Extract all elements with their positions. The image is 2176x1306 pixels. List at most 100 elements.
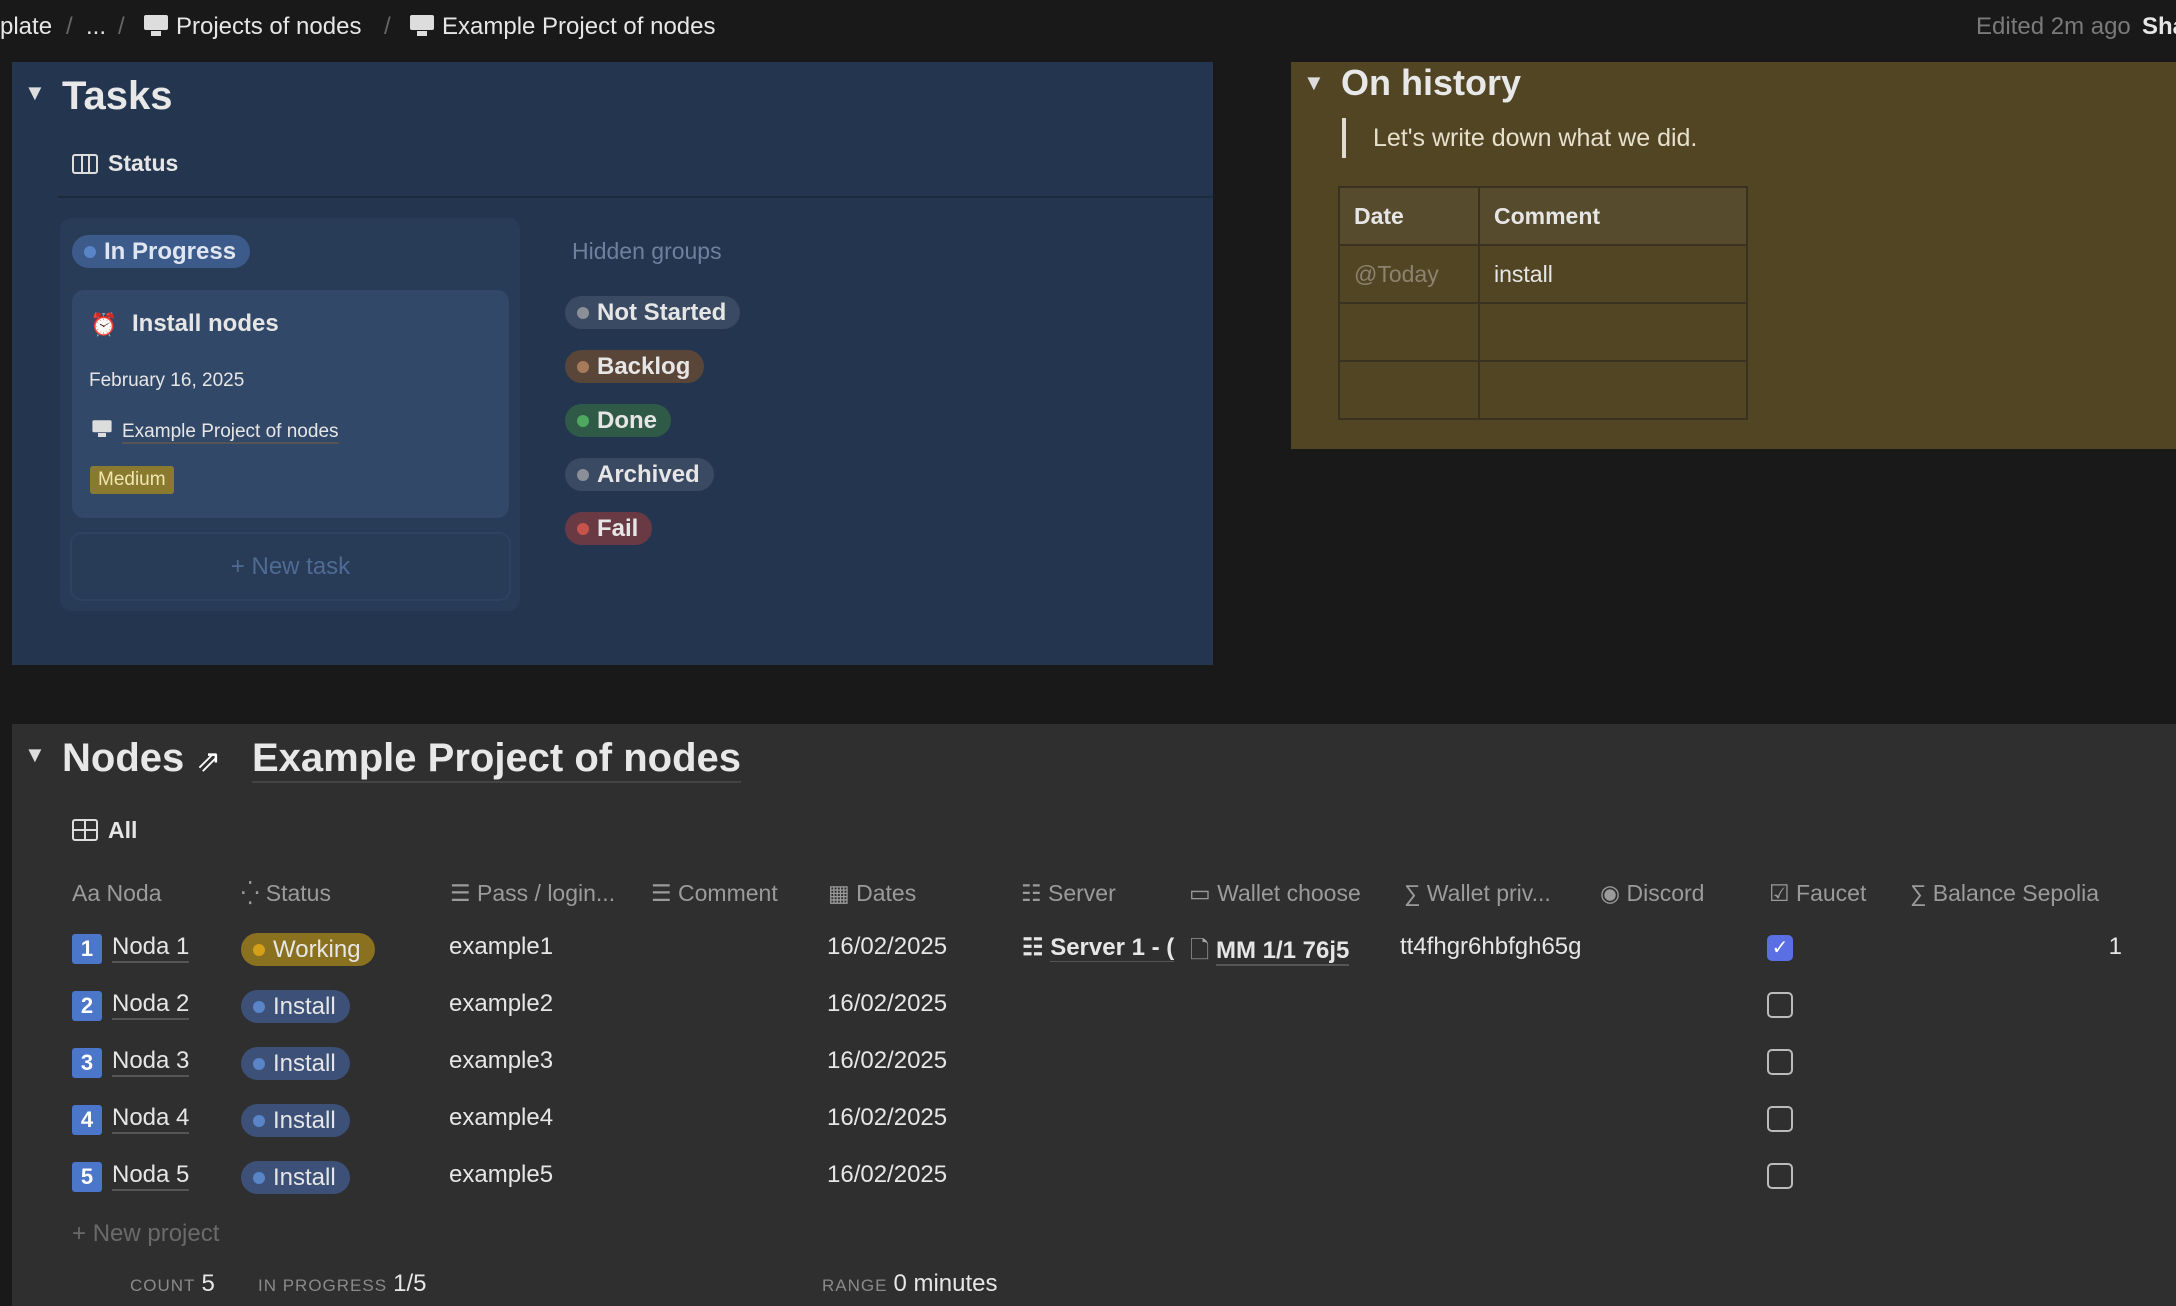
noda-name[interactable]: Noda 4 [112, 1104, 190, 1134]
task-date: February 16, 2025 [89, 370, 245, 391]
new-task-button[interactable]: + New task [70, 532, 511, 601]
alarm-clock-icon: ⏰ [90, 312, 118, 337]
date-cell[interactable]: 16/02/2025 [827, 933, 947, 961]
nodes-title: Nodes [62, 736, 185, 780]
hidden-group-pill[interactable]: Done [565, 404, 671, 437]
noda-name[interactable]: Noda 1 [112, 933, 190, 963]
pill-label: Not Started [597, 299, 727, 326]
status-dot [577, 307, 589, 319]
task-project-link[interactable]: Example Project of nodes [90, 418, 339, 444]
column-label: Wallet choose [1217, 880, 1361, 906]
breadcrumb-ellipsis[interactable]: ... [86, 13, 106, 41]
pass-cell[interactable]: example5 [449, 1161, 553, 1189]
table-cell[interactable]: @Today [1338, 244, 1480, 304]
column-type-icon: ∑ [1910, 880, 1927, 906]
new-project-button[interactable]: + New project [72, 1220, 219, 1248]
tab-all[interactable]: All [72, 817, 137, 844]
date-cell[interactable]: 16/02/2025 [827, 1161, 947, 1189]
faucet-checkbox[interactable] [1767, 1049, 1793, 1075]
balance-cell: 1 [2108, 933, 2122, 960]
range-value: 0 minutes [893, 1270, 998, 1297]
column-header[interactable]: Aa Noda [72, 880, 162, 907]
table-header-comment: Comment [1478, 186, 1748, 246]
column-header[interactable]: ☰ Pass / login... [450, 880, 615, 907]
faucet-checkbox[interactable]: ✓ [1767, 935, 1793, 961]
noda-name[interactable]: Noda 3 [112, 1047, 190, 1077]
pill-label: Backlog [597, 353, 691, 380]
table-cell[interactable] [1478, 302, 1748, 362]
status-pill[interactable]: Install [241, 1161, 350, 1194]
computer-icon [144, 15, 168, 37]
footer-in-progress: IN PROGRESS 1/5 [258, 1270, 426, 1298]
table-icon [72, 819, 98, 841]
linked-project-title[interactable]: Example Project of nodes [252, 736, 742, 783]
hidden-group-pill[interactable]: Fail [565, 512, 653, 545]
status-dot [577, 361, 589, 373]
faucet-checkbox[interactable] [1767, 1163, 1793, 1189]
status-pill[interactable]: Install [241, 1047, 350, 1080]
column-header[interactable]: ◉ Discord [1600, 880, 1704, 907]
progress-label: IN PROGRESS [258, 1276, 388, 1295]
breadcrumb-label: Example Project of nodes [442, 13, 716, 40]
status-dot [253, 1058, 265, 1070]
column-header[interactable]: ☑ Faucet [1769, 880, 1866, 907]
breadcrumb-item[interactable]: plate [0, 13, 52, 41]
group-pill-in-progress[interactable]: In Progress [72, 235, 251, 268]
noda-name[interactable]: Noda 5 [112, 1161, 190, 1191]
status-pill[interactable]: Working [241, 933, 375, 966]
table-row: 5 Noda 5 Install example5 16/02/2025 [12, 1149, 2176, 1206]
column-header[interactable]: ☰ Comment [651, 880, 778, 907]
column-header[interactable]: ∑ Wallet priv... [1404, 880, 1551, 907]
column-type-icon: ◉ [1600, 880, 1621, 906]
column-header[interactable]: ▭ Wallet choose [1189, 880, 1361, 907]
date-cell[interactable]: 16/02/2025 [827, 1104, 947, 1132]
table-row: 2 Noda 2 Install example2 16/02/2025 [12, 978, 2176, 1035]
quote-bar [1342, 118, 1346, 158]
status-dot [577, 469, 589, 481]
hidden-group-pill[interactable]: Not Started [565, 296, 741, 329]
pass-cell[interactable]: example1 [449, 933, 553, 961]
status-pill[interactable]: Install [241, 990, 350, 1023]
column-header[interactable]: ☷ Server [1021, 880, 1116, 907]
link-arrow-icon: ⇗ [196, 745, 222, 778]
column-header[interactable]: ▦ Dates [828, 880, 916, 907]
table-cell[interactable] [1338, 360, 1480, 420]
column-label: Faucet [1796, 880, 1867, 906]
tab-status[interactable]: Status [72, 150, 178, 177]
wallet-label: MM 1/1 76j5 [1215, 937, 1350, 966]
column-label: Status [265, 880, 331, 906]
computer-icon [410, 15, 434, 37]
toggle-triangle-icon[interactable]: ▼ [1303, 70, 1325, 96]
pass-cell[interactable]: example3 [449, 1047, 553, 1075]
date-cell[interactable]: 16/02/2025 [827, 990, 947, 1018]
breadcrumb-projects[interactable]: Projects of nodes [144, 13, 361, 41]
column-header[interactable]: ⁛ Status [241, 880, 331, 907]
table-cell[interactable] [1478, 360, 1748, 420]
wallet-priv-cell[interactable]: tt4fhgr6hbfgh65g [1400, 933, 1582, 961]
table-cell[interactable] [1338, 302, 1480, 362]
wallet-relation[interactable]: 🗋 MM 1/1 76j5 [1190, 933, 1350, 974]
table-cell[interactable]: install [1478, 244, 1748, 304]
task-card[interactable]: ⏰ Install nodes February 16, 2025 Exampl… [72, 290, 509, 518]
column-label: Server [1048, 880, 1116, 906]
hidden-group-pill[interactable]: Archived [565, 458, 714, 491]
column-header[interactable]: ∑ Balance Sepolia [1910, 880, 2099, 907]
server-icon: ☷ [1022, 934, 1051, 961]
breadcrumb-label: Projects of nodes [176, 13, 362, 40]
toggle-triangle-icon[interactable]: ▼ [24, 742, 46, 768]
pass-cell[interactable]: example4 [449, 1104, 553, 1132]
date-cell[interactable]: 16/02/2025 [827, 1047, 947, 1075]
faucet-checkbox[interactable] [1767, 1106, 1793, 1132]
server-relation[interactable]: ☷ Server 1 - ( [1022, 933, 1186, 962]
pill-label: Install [273, 1164, 336, 1191]
toggle-triangle-icon[interactable]: ▼ [24, 80, 46, 106]
pass-cell[interactable]: example2 [449, 990, 553, 1018]
share-button[interactable]: Sha [2142, 13, 2176, 41]
noda-name[interactable]: Noda 2 [112, 990, 190, 1020]
history-section: ▼ On history Let's write down what we di… [1291, 62, 2176, 449]
tab-label: All [108, 817, 138, 843]
hidden-group-pill[interactable]: Backlog [565, 350, 705, 383]
faucet-checkbox[interactable] [1767, 992, 1793, 1018]
status-pill[interactable]: Install [241, 1104, 350, 1137]
breadcrumb-current[interactable]: Example Project of nodes [410, 13, 715, 41]
